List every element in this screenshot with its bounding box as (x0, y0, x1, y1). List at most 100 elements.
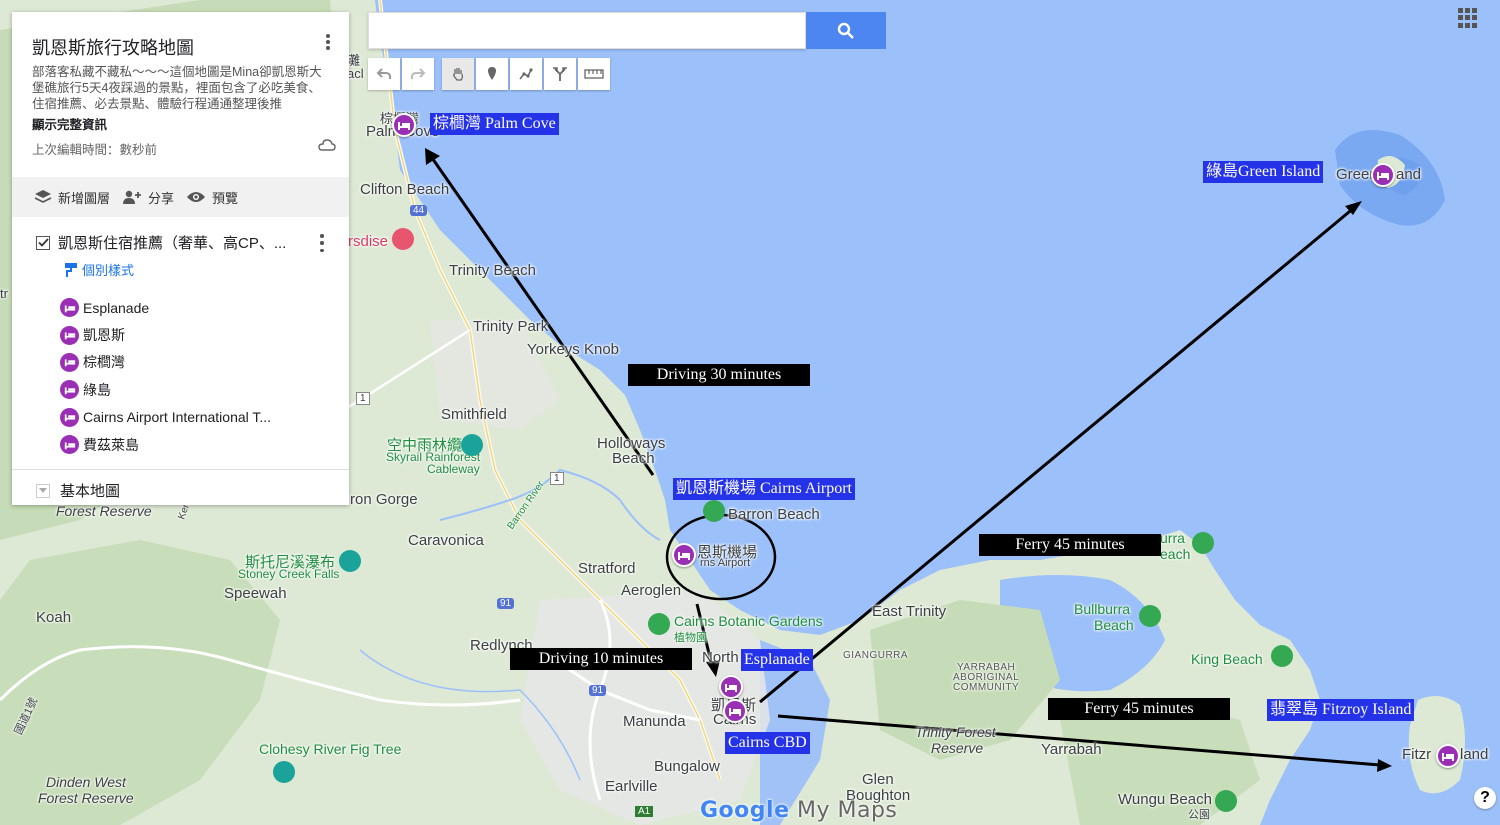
layer-item[interactable]: 棕櫚灣 (60, 349, 271, 376)
hotel-pin-palm-cove[interactable] (392, 113, 416, 137)
label-bullburra-top: urra (1160, 530, 1185, 546)
map-options-menu[interactable] (320, 32, 336, 52)
label-speewah: Speewah (224, 585, 287, 602)
label-skyrail-en2: Cableway (427, 462, 480, 476)
label-north: North (702, 649, 739, 666)
label-wungu-cn: 公園 (1188, 809, 1210, 821)
preview-button[interactable]: 預覽 (186, 188, 238, 207)
stoney-creek-icon[interactable] (339, 550, 361, 572)
directions-button[interactable] (544, 58, 576, 90)
bed-icon (60, 407, 79, 427)
layer-item[interactable]: Cairns Airport International T... (60, 404, 271, 431)
help-icon[interactable]: ? (1474, 787, 1496, 809)
layer-header: 凱恩斯住宿推薦（奢華、高CP、... (36, 232, 286, 253)
bed-icon (60, 380, 79, 400)
map-toolbar (368, 58, 610, 90)
hotel-pin-cairns[interactable] (723, 699, 747, 723)
tag-palm-cove: 棕櫚灣 Palm Cove (430, 113, 559, 135)
layers-icon (34, 190, 52, 203)
label-trinity-park: Trinity Park (473, 318, 549, 335)
checkmark-icon (37, 238, 49, 247)
add-layer-label: 新增圖層 (58, 190, 111, 206)
hwy-91b: 91 (589, 685, 607, 696)
draw-line-button[interactable] (510, 58, 542, 90)
label-koah: Koah (36, 609, 72, 626)
base-map-toggle[interactable]: 基本地圖 (36, 480, 120, 501)
search-button[interactable] (806, 12, 886, 49)
layer-item-label: 費茲萊島 (83, 436, 139, 453)
redo-button[interactable] (402, 58, 434, 90)
hand-icon (453, 68, 463, 81)
apps-grid-icon[interactable] (1458, 8, 1478, 28)
hotel-poi-icon[interactable] (392, 228, 414, 250)
layer-checkbox[interactable] (36, 235, 50, 250)
layer-item[interactable]: 綠島 (60, 376, 271, 403)
add-marker-button[interactable] (476, 58, 508, 90)
layer-item[interactable]: Esplanade (60, 294, 271, 321)
hwy-a1: A1 (635, 806, 654, 817)
hwy-44: 44 (410, 205, 428, 216)
bed-icon (60, 352, 79, 372)
label-earlville: Earlville (605, 778, 658, 795)
label-dinden1: Dinden West (46, 774, 126, 790)
skyrail-icon[interactable] (461, 434, 483, 456)
label-smithfield: Smithfield (441, 406, 507, 423)
label-holloways-beach: Beach (612, 450, 655, 467)
layer-item[interactable]: 凱恩斯 (60, 321, 271, 348)
hotel-pin-fitzroy[interactable] (1436, 744, 1460, 768)
label-aeroglen: Aeroglen (621, 582, 682, 599)
base-map-label: 基本地圖 (60, 483, 121, 500)
label-tr: tr (0, 286, 8, 301)
label-manunda: Manunda (623, 713, 686, 730)
bullburra-beach-icon[interactable] (1139, 605, 1161, 627)
bed-icon (60, 325, 79, 345)
king-beach-icon[interactable] (1271, 645, 1293, 667)
bed-icon (1377, 172, 1389, 180)
hotel-pin-green-island[interactable] (1371, 163, 1395, 187)
hotel-pin-airport[interactable] (672, 543, 696, 567)
layer-item-label: Cairns Airport International T... (83, 409, 272, 426)
beach-icon-top[interactable] (1192, 532, 1214, 554)
label-glen: Glen (862, 771, 894, 788)
wungu-park-icon[interactable] (1215, 790, 1237, 812)
hotel-pin-esplanade[interactable] (719, 675, 743, 699)
individual-style-link[interactable]: 個別樣式 (64, 260, 134, 279)
barron-beach-icon[interactable] (703, 500, 725, 522)
clohesy-icon[interactable] (273, 761, 295, 783)
label-yarrabah-ac3: COMMUNITY (953, 682, 1020, 693)
undo-button[interactable] (368, 58, 400, 90)
share-button[interactable]: 分享 (122, 188, 174, 207)
last-edit-time: 上次編輯時間：數秒前 (32, 143, 158, 157)
bed-icon (60, 435, 79, 455)
search-icon (837, 22, 854, 39)
search-input[interactable] (368, 12, 806, 49)
hwy-1: 1 (356, 392, 370, 405)
chevron-down-icon (36, 483, 50, 498)
tag-fitzroy: 翡翠島 Fitzroy Island (1267, 699, 1415, 721)
layer-item-label: 綠島 (83, 381, 111, 398)
layer-options-menu[interactable] (318, 234, 326, 252)
label-green-island-map: Greer (1336, 166, 1375, 183)
pan-tool-button[interactable] (442, 58, 474, 90)
layer-item[interactable]: 費茲萊島 (60, 431, 271, 458)
show-full-info-link[interactable]: 顯示完整資訊 (32, 114, 107, 133)
map-legend-panel: 凱恩斯旅行攻略地圖 部落客私藏不藏私～～～這個地圖是Mina卻凱恩斯大堡礁旅行5… (12, 12, 349, 505)
hwy-1b: 1 (550, 472, 564, 485)
measure-button[interactable] (578, 58, 610, 90)
label-bullburra: Bullburra (1074, 601, 1131, 617)
add-layer-button[interactable]: 新增圖層 (34, 188, 110, 207)
share-label: 分享 (148, 190, 175, 206)
botanic-gardens-icon[interactable] (648, 613, 670, 635)
directions-icon (553, 67, 567, 81)
bed-icon (678, 552, 690, 560)
label-airport-en: rns Airport (700, 557, 751, 569)
layer-title[interactable]: 凱恩斯住宿推薦（奢華、高CP、... (58, 232, 286, 253)
map-title[interactable]: 凱恩斯旅行攻略地圖 (32, 34, 194, 60)
route-label-drive30: Driving 30 minutes (628, 364, 810, 386)
tag-airport: 凱恩斯機場 Cairns Airport (673, 478, 855, 500)
label-botanic-gardens: Cairns Botanic Gardens (674, 613, 823, 629)
label-fitzroy-map: Fitzr (1402, 746, 1432, 763)
label-king-beach: King Beach (1191, 651, 1263, 667)
ruler-icon (584, 69, 604, 79)
google-my-maps-logo: Google My Maps (700, 798, 898, 823)
